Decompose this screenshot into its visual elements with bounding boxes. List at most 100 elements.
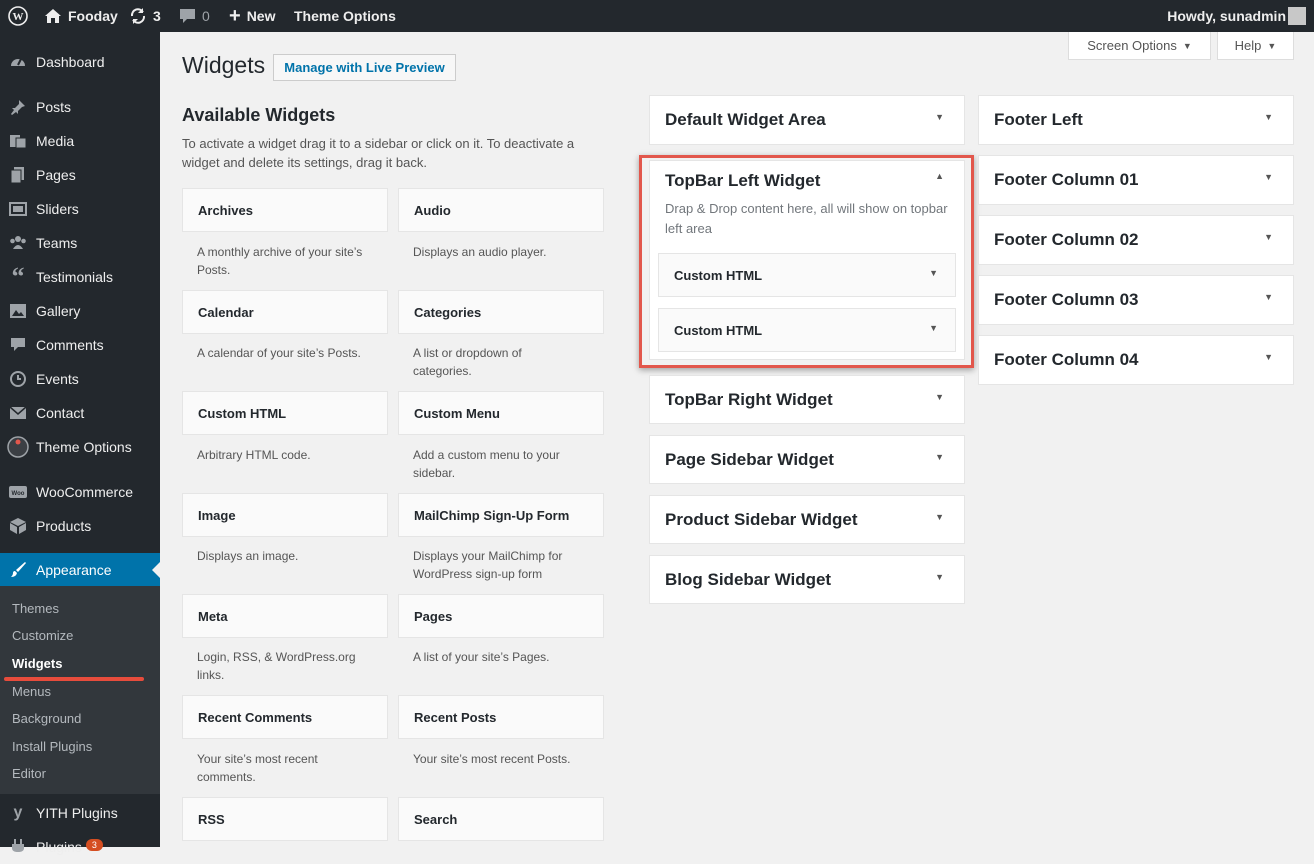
menu-item-posts[interactable]: Posts [0, 90, 160, 124]
submenu-themes[interactable]: Themes [12, 601, 59, 616]
new-content-link[interactable]: + New [229, 0, 275, 32]
highlight-box [639, 155, 974, 368]
widget-custom-menu[interactable]: Custom Menu [398, 391, 604, 435]
submenu-widgets[interactable]: Widgets [12, 656, 62, 671]
caret-down-icon[interactable]: ▼ [1264, 292, 1273, 302]
widget-image[interactable]: Image [182, 493, 388, 537]
widget-description: Displays an image. [197, 549, 299, 563]
widget-calendar[interactable]: Calendar [182, 290, 388, 334]
plugins-update-badge: 3 [85, 839, 103, 851]
mail-icon [0, 404, 36, 422]
submenu-editor[interactable]: Editor [12, 766, 46, 781]
menu-item-woocommerce[interactable]: Woo WooCommerce [0, 475, 160, 509]
screen-options-button[interactable]: Screen Options ▼ [1068, 32, 1211, 60]
menu-item-teams[interactable]: Teams [0, 226, 160, 260]
sidebar-footer-left[interactable]: Footer Left ▼ [978, 95, 1294, 145]
sidebar-title: Blog Sidebar Widget [665, 570, 832, 589]
widget-description: Add a custom menu to your sidebar. [413, 448, 560, 480]
site-name-link[interactable]: Fooday [44, 0, 118, 32]
caret-down-icon: ▼ [1182, 40, 1192, 51]
widget-description: A list or dropdown of categories. [413, 346, 522, 378]
avatar[interactable] [1288, 7, 1306, 25]
quote-icon: “ [11, 262, 25, 291]
menu-item-media[interactable]: Media [0, 124, 160, 158]
sliders-icon [0, 200, 36, 218]
widget-recent-comments[interactable]: Recent Comments [182, 695, 388, 739]
plus-icon: + [229, 5, 241, 27]
sidebar-title: Footer Left [994, 110, 1083, 129]
sidebar-title: Page Sidebar Widget [665, 450, 834, 469]
menu-item-contact[interactable]: Contact [0, 396, 160, 430]
caret-down-icon[interactable]: ▼ [1264, 172, 1273, 182]
products-icon [0, 517, 36, 535]
widget-pages[interactable]: Pages [398, 594, 604, 638]
submenu-menus[interactable]: Menus [12, 684, 51, 699]
submenu-install-plugins[interactable]: Install Plugins [12, 739, 92, 754]
caret-down-icon[interactable]: ▼ [935, 112, 944, 122]
menu-item-yith-plugins[interactable]: y YITH Plugins [0, 796, 160, 830]
dashboard-icon [0, 53, 36, 71]
my-account-link[interactable]: Howdy, sunadmin [1167, 0, 1286, 32]
widget-description: Displays your MailChimp for WordPress si… [413, 549, 563, 581]
sidebar-footer-column-03[interactable]: Footer Column 03 ▼ [978, 275, 1294, 325]
caret-down-icon[interactable]: ▼ [1264, 232, 1273, 242]
caret-down-icon[interactable]: ▼ [935, 572, 944, 582]
widget-categories[interactable]: Categories [398, 290, 604, 334]
widget-mailchimp-signup[interactable]: MailChimp Sign-Up Form [398, 493, 604, 537]
sidebar-footer-column-01[interactable]: Footer Column 01 ▼ [978, 155, 1294, 205]
widget-meta[interactable]: Meta [182, 594, 388, 638]
teams-icon [0, 234, 36, 252]
updates-icon [130, 8, 146, 24]
help-label: Help [1234, 38, 1262, 53]
available-widgets-heading: Available Widgets [182, 105, 336, 125]
help-button[interactable]: Help ▼ [1217, 32, 1294, 60]
plugins-icon [0, 838, 36, 856]
caret-down-icon: ▼ [1267, 40, 1277, 51]
caret-down-icon[interactable]: ▼ [935, 392, 944, 402]
updates-link[interactable]: 3 [129, 0, 161, 32]
menu-item-sliders[interactable]: Sliders [0, 192, 160, 226]
menu-item-plugins[interactable]: Plugins 3 [0, 830, 160, 864]
home-icon [45, 9, 61, 23]
menu-item-dashboard[interactable]: Dashboard [0, 45, 160, 79]
caret-down-icon[interactable]: ▼ [1264, 112, 1273, 122]
widget-rss[interactable]: RSS [182, 797, 388, 841]
menu-item-events[interactable]: Events [0, 362, 160, 396]
wordpress-logo-icon[interactable]: W [8, 0, 28, 32]
available-widgets-description: To activate a widget drag it to a sideba… [182, 136, 575, 170]
menu-item-testimonials[interactable]: “ Testimonials [0, 260, 160, 294]
sidebar-topbar-right-widget[interactable]: TopBar Right Widget ▼ [649, 375, 965, 424]
plugins-label: Plugins [36, 839, 82, 855]
caret-down-icon[interactable]: ▼ [935, 512, 944, 522]
sidebar-footer-column-04[interactable]: Footer Column 04 ▼ [978, 335, 1294, 385]
widget-recent-posts[interactable]: Recent Posts [398, 695, 604, 739]
submenu-customize[interactable]: Customize [12, 628, 73, 643]
caret-down-icon[interactable]: ▼ [1264, 352, 1273, 362]
widget-search[interactable]: Search [398, 797, 604, 841]
widget-archives[interactable]: Archives [182, 188, 388, 232]
sidebar-default-widget-area[interactable]: Default Widget Area ▼ [649, 95, 965, 145]
new-label: New [246, 8, 276, 24]
widget-custom-html[interactable]: Custom HTML [182, 391, 388, 435]
sidebar-title: Footer Column 01 [994, 170, 1139, 189]
widget-audio[interactable]: Audio [398, 188, 604, 232]
manage-live-preview-button[interactable]: Manage with Live Preview [273, 54, 456, 81]
comments-link[interactable]: 0 [179, 0, 210, 32]
theme-options-icon [0, 436, 36, 458]
menu-item-pages[interactable]: Pages [0, 158, 160, 192]
submenu-background[interactable]: Background [12, 711, 81, 726]
sidebar-title: Footer Column 02 [994, 230, 1139, 249]
sidebar-blog-sidebar-widget[interactable]: Blog Sidebar Widget ▼ [649, 555, 965, 604]
sidebar-product-sidebar-widget[interactable]: Product Sidebar Widget ▼ [649, 495, 965, 544]
sidebar-title: TopBar Right Widget [665, 390, 833, 409]
theme-options-link[interactable]: Theme Options [294, 0, 396, 32]
media-icon [0, 132, 36, 150]
menu-item-comments[interactable]: Comments [0, 328, 160, 362]
menu-item-gallery[interactable]: Gallery [0, 294, 160, 328]
sidebar-page-sidebar-widget[interactable]: Page Sidebar Widget ▼ [649, 435, 965, 484]
menu-item-appearance[interactable]: Appearance [0, 553, 160, 587]
sidebar-footer-column-02[interactable]: Footer Column 02 ▼ [978, 215, 1294, 265]
caret-down-icon[interactable]: ▼ [935, 452, 944, 462]
menu-item-products[interactable]: Products [0, 509, 160, 543]
menu-item-theme-options[interactable]: Theme Options [0, 430, 160, 464]
